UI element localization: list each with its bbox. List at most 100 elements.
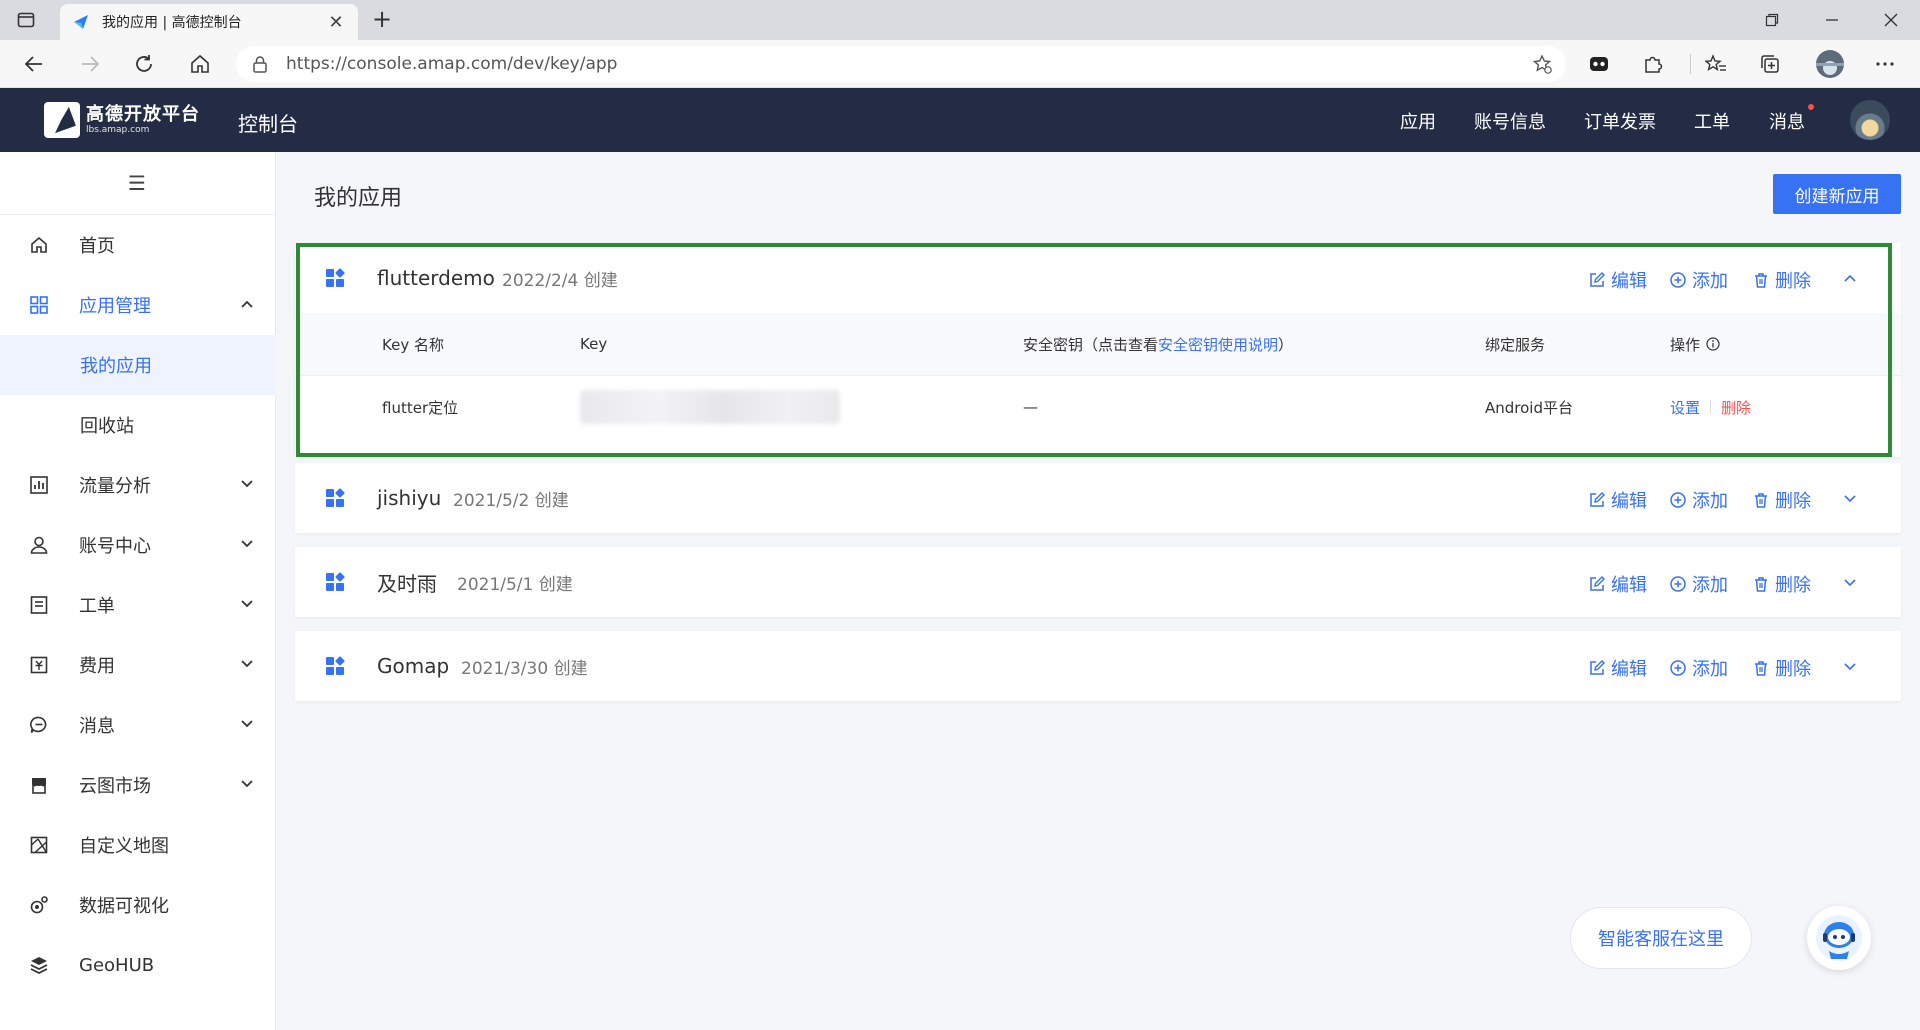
address-bar[interactable]: https://console.amap.com/dev/key/app [236, 46, 1566, 82]
key-table: Key 名称 Key 安全密钥（点击查看 安全密钥使用说明） 绑定服务 操作 fl… [295, 313, 1901, 437]
topnav-apps[interactable]: 应用 [1400, 108, 1436, 134]
chatbot-avatar[interactable] [1807, 906, 1871, 970]
delete-app-button[interactable]: 删除 [1753, 267, 1811, 293]
unread-dot [1808, 104, 1814, 110]
close-tab-icon[interactable]: ✕ [326, 12, 346, 33]
ops-separator [1710, 400, 1712, 414]
collections-button[interactable] [1758, 52, 1782, 76]
th-secret: 安全密钥（点击查看 安全密钥使用说明） [1023, 334, 1294, 355]
chart-icon [28, 474, 50, 496]
edit-app-button[interactable]: 编辑 [1589, 487, 1647, 513]
secret-help-link[interactable]: 安全密钥使用说明 [1158, 334, 1278, 355]
sidebar-item-recycle-bin[interactable]: 回收站 [0, 395, 276, 455]
reload-icon [136, 55, 152, 72]
app-card-header[interactable]: flutterdemo 2022/2/4 创建 编辑 添加 删除 [295, 243, 1901, 313]
favorites-list-icon [1705, 54, 1726, 71]
create-app-button[interactable]: 创建新应用 [1773, 174, 1901, 214]
sidebar-item-traffic-analysis[interactable]: 流量分析 [0, 455, 276, 515]
trash-icon [1753, 272, 1769, 288]
menu-toggle-icon[interactable]: ☰ [126, 172, 148, 194]
sidebar-item-messages[interactable]: 消息 [0, 695, 276, 755]
plus-circle-icon [1670, 492, 1686, 508]
sidebar-item-data-visualization[interactable]: 数据可视化 [0, 875, 276, 935]
chevron-up-icon[interactable] [1843, 271, 1857, 285]
sidebar-item-tickets[interactable]: 工单 [0, 575, 276, 635]
topnav-orders[interactable]: 订单发票 [1584, 108, 1656, 134]
chevron-up-icon [240, 297, 254, 311]
new-tab-button[interactable]: + [368, 6, 396, 34]
chevron-down-icon[interactable] [1843, 491, 1857, 505]
app-created-date: 2022/2/4 创建 [502, 270, 618, 291]
extension-games-button[interactable] [1587, 52, 1611, 76]
app-card-jishiyu: jishiyu 2021/5/2 创建 编辑 添加 删除 [295, 463, 1901, 533]
profile-button[interactable] [1815, 49, 1845, 79]
app-card-header[interactable]: 及时雨 2021/5/1 创建 编辑 添加 删除 [295, 547, 1901, 617]
app-card-gomap: Gomap 2021/3/30 创建 编辑 添加 删除 [295, 631, 1901, 701]
sidebar-item-app-management[interactable]: 应用管理 [0, 275, 276, 335]
settings-more-button[interactable] [1873, 52, 1897, 76]
smart-service-button[interactable]: 智能客服在这里 [1570, 907, 1752, 969]
topnav-messages[interactable]: 消息 [1769, 108, 1805, 134]
tab-actions-button[interactable] [14, 8, 38, 32]
reload-button[interactable] [130, 50, 158, 78]
sidebar-item-cloud-market[interactable]: 云图市场 [0, 755, 276, 815]
edit-app-button[interactable]: 编辑 [1589, 571, 1647, 597]
sidebar-item-home[interactable]: 首页 [0, 215, 276, 275]
sidebar-item-label: 工单 [79, 596, 115, 617]
app-blocks-icon [326, 656, 345, 675]
collections-icon [1761, 55, 1779, 73]
app-name: flutterdemo [377, 266, 495, 290]
map-icon [28, 834, 50, 856]
sidebar-item-custom-map[interactable]: 自定义地图 [0, 815, 276, 875]
house-icon [191, 54, 209, 73]
sidebar-item-geohub[interactable]: GeoHUB [0, 935, 276, 995]
amap-logo[interactable]: 高德开放平台 lbs.amap.com [44, 102, 200, 138]
edit-app-button[interactable]: 编辑 [1589, 267, 1647, 293]
profile-avatar-icon [1816, 50, 1844, 78]
close-window-button[interactable] [1862, 0, 1920, 40]
more-dots-icon [1876, 62, 1894, 66]
chevron-down-icon[interactable] [1843, 575, 1857, 589]
home-button[interactable] [186, 50, 214, 78]
add-key-button[interactable]: 添加 [1670, 267, 1728, 293]
plus-circle-icon [1670, 576, 1686, 592]
key-settings-link[interactable]: 设置 [1670, 397, 1700, 418]
key-value-cell [580, 376, 840, 438]
app-card-header[interactable]: Gomap 2021/3/30 创建 编辑 添加 删除 [295, 631, 1901, 701]
message-icon [28, 714, 50, 736]
user-avatar[interactable] [1850, 100, 1890, 140]
topnav-account[interactable]: 账号信息 [1474, 108, 1546, 134]
sidebar-item-account-center[interactable]: 账号中心 [0, 515, 276, 575]
extensions-button[interactable] [1641, 52, 1665, 76]
add-key-button[interactable]: 添加 [1670, 487, 1728, 513]
add-key-button[interactable]: 添加 [1670, 655, 1728, 681]
favorites-button[interactable] [1704, 52, 1728, 76]
sidebar-item-fees[interactable]: 费用 [0, 635, 276, 695]
back-button[interactable] [20, 50, 48, 78]
edit-app-button[interactable]: 编辑 [1589, 655, 1647, 681]
brand-name: 高德开放平台 [86, 103, 200, 125]
chevron-down-icon [240, 597, 254, 611]
sidebar-item-my-apps[interactable]: 我的应用 [0, 335, 276, 395]
url-text[interactable]: https://console.amap.com/dev/key/app [286, 54, 617, 74]
amap-favicon-icon [74, 15, 88, 29]
info-icon[interactable] [1706, 337, 1720, 351]
delete-app-button[interactable]: 删除 [1753, 655, 1811, 681]
key-delete-link[interactable]: 删除 [1721, 397, 1751, 418]
lock-icon[interactable] [250, 54, 270, 74]
forward-button[interactable] [76, 50, 104, 78]
topnav-tickets[interactable]: 工单 [1694, 108, 1730, 134]
app-card-header[interactable]: jishiyu 2021/5/2 创建 编辑 添加 删除 [295, 463, 1901, 533]
user-icon [28, 534, 50, 556]
delete-app-button[interactable]: 删除 [1753, 487, 1811, 513]
chevron-down-icon[interactable] [1843, 659, 1857, 673]
sidebar-item-label: 我的应用 [80, 356, 152, 377]
sidebar-item-label: 自定义地图 [79, 836, 169, 857]
minimize-button[interactable] [1802, 0, 1862, 40]
browser-tab-active[interactable]: 我的应用 | 高德控制台 ✕ [60, 4, 358, 40]
arrow-left-icon [24, 56, 42, 72]
maximize-button[interactable] [1742, 0, 1802, 40]
add-favorite-icon[interactable] [1532, 54, 1552, 74]
delete-app-button[interactable]: 删除 [1753, 571, 1811, 597]
add-key-button[interactable]: 添加 [1670, 571, 1728, 597]
